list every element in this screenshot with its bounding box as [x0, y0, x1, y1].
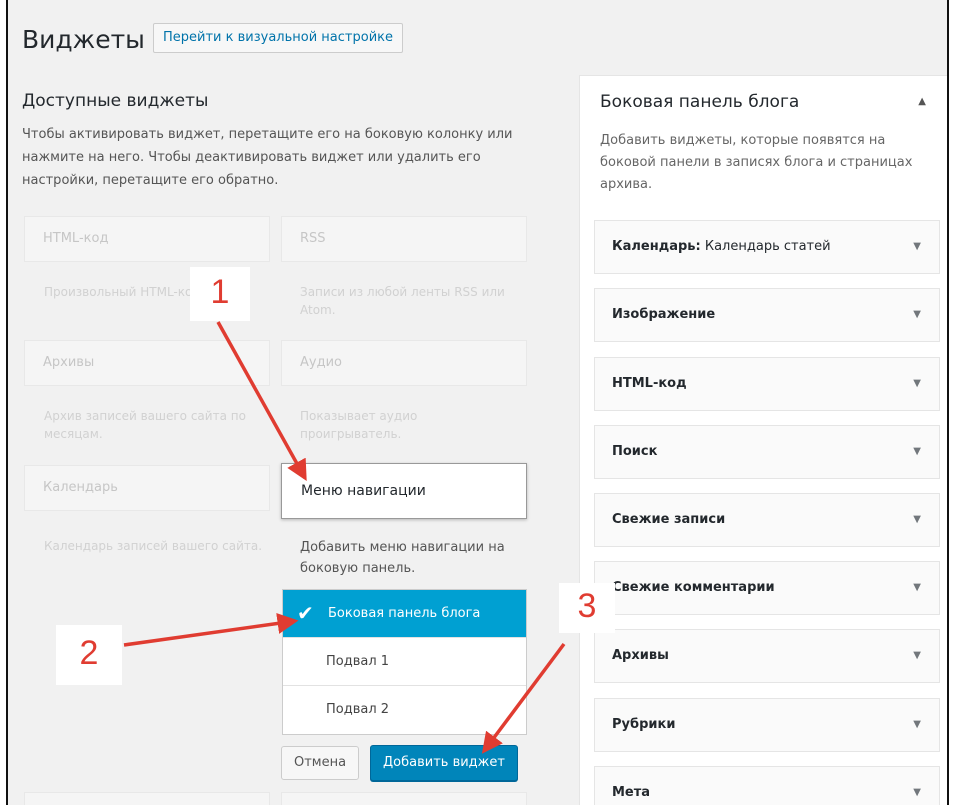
sidebar-widget-image[interactable]: Изображение ▼: [594, 288, 940, 342]
widget-html-code[interactable]: HTML-код: [24, 216, 270, 262]
widget-nav-menu[interactable]: Меню навигации: [281, 463, 527, 519]
widget-tile-partial[interactable]: [281, 792, 527, 805]
sidebar-widget-name: Свежие комментарии: [612, 580, 775, 595]
annotation-step-1: 1: [190, 267, 250, 321]
visual-settings-button[interactable]: Перейти к визуальной настройке: [153, 23, 403, 53]
widget-archives[interactable]: Архивы: [24, 340, 270, 386]
expand-icon[interactable]: ▼: [913, 494, 921, 546]
add-widget-button[interactable]: Добавить виджет: [370, 745, 518, 781]
sidebar-widget-subtitle: Календарь статей: [704, 239, 831, 254]
chooser-item-footer-1[interactable]: Подвал 1: [283, 638, 526, 686]
widget-description: Записи из любой ленты RSS или Atom.: [300, 285, 505, 317]
sidebar-widget-name: HTML-код: [612, 376, 687, 391]
chooser-item-label: Боковая панель блога: [328, 606, 481, 621]
sidebar-widget-name: Архивы: [612, 648, 669, 663]
expand-icon[interactable]: ▼: [913, 221, 921, 273]
widget-audio[interactable]: Аудио: [281, 340, 527, 386]
available-widgets-title: Доступные виджеты: [22, 91, 209, 111]
chooser-item-label: Подвал 2: [326, 702, 390, 717]
sidebar-title[interactable]: Боковая панель блога: [600, 92, 799, 112]
sidebar-widget-search[interactable]: Поиск ▼: [594, 425, 940, 479]
expand-icon[interactable]: ▼: [913, 699, 921, 751]
widget-description: Показывает аудио проигрыватель.: [300, 409, 418, 441]
cancel-button[interactable]: Отмена: [281, 746, 360, 780]
sidebar-description: Добавить виджеты, которые появятся на бо…: [600, 133, 913, 192]
widget-description: Архив записей вашего сайта по месяцам.: [44, 409, 246, 441]
widget-description: Календарь записей вашего сайта.: [44, 539, 263, 553]
chooser-item-blog-sidebar[interactable]: ✔ Боковая панель блога: [283, 590, 526, 638]
widget-rss[interactable]: RSS: [281, 216, 527, 262]
annotation-step-2: 2: [56, 625, 122, 685]
sidebar-widget-name: Рубрики: [612, 717, 676, 732]
page-title: Виджеты: [22, 25, 145, 54]
check-icon: ✔: [297, 601, 314, 625]
widgets-screen: Виджеты Перейти к визуальной настройке Д…: [6, 0, 949, 805]
sidebar-widget-recent-comments[interactable]: Свежие комментарии ▼: [594, 561, 940, 615]
nav-menu-description: Добавить меню навигации на боковую панел…: [300, 540, 505, 576]
sidebar-widget-name: Поиск: [612, 444, 658, 459]
widget-calendar[interactable]: Календарь: [24, 465, 270, 511]
expand-icon[interactable]: ▼: [913, 358, 921, 410]
expand-icon[interactable]: ▼: [913, 426, 921, 478]
expand-icon[interactable]: ▼: [913, 630, 921, 682]
sidebar-widget-archives[interactable]: Архивы ▼: [594, 629, 940, 683]
annotation-arrow-2: [123, 613, 299, 647]
sidebar-widget-name: Календарь:: [612, 239, 701, 254]
sidebar-widget-meta[interactable]: Мета ▼: [594, 766, 940, 805]
chooser-item-footer-2[interactable]: Подвал 2: [283, 686, 526, 734]
sidebar-widget-html-code[interactable]: HTML-код ▼: [594, 357, 940, 411]
blog-sidebar-panel: Боковая панель блога ▲ Добавить виджеты,…: [579, 75, 947, 805]
sidebar-widget-categories[interactable]: Рубрики ▼: [594, 698, 940, 752]
sidebar-widget-name: Свежие записи: [612, 512, 726, 527]
expand-icon[interactable]: ▼: [913, 289, 921, 341]
annotation-step-3: 3: [559, 583, 615, 633]
chooser-item-label: Подвал 1: [326, 654, 390, 669]
sidebar-chooser: ✔ Боковая панель блога Подвал 1 Подвал 2: [282, 589, 527, 735]
sidebar-widget-name: Изображение: [612, 307, 716, 322]
available-widgets-description: Чтобы активировать виджет, перетащите ег…: [22, 127, 513, 188]
sidebar-widget-recent-posts[interactable]: Свежие записи ▼: [594, 493, 940, 547]
expand-icon[interactable]: ▼: [913, 767, 921, 805]
sidebar-widget-calendar[interactable]: Календарь: Календарь статей ▼: [594, 220, 940, 274]
collapse-icon[interactable]: ▲: [918, 96, 926, 107]
sidebar-widget-name: Мета: [612, 785, 651, 800]
expand-icon[interactable]: ▼: [913, 562, 921, 614]
widget-tile-partial[interactable]: [24, 792, 270, 805]
